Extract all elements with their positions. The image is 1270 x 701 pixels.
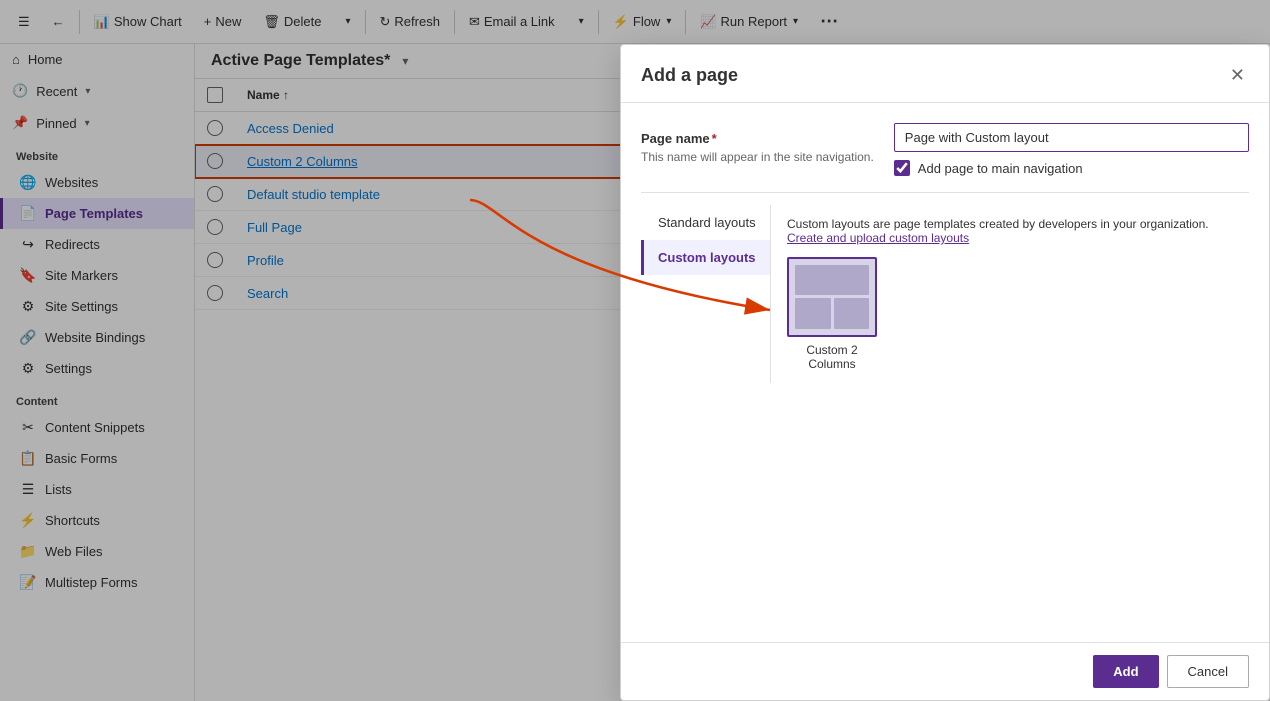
layout-thumb-preview xyxy=(787,257,877,337)
dialog-close-button[interactable]: ✕ xyxy=(1226,61,1249,90)
layouts-desc: Custom layouts are page templates create… xyxy=(787,217,1233,245)
dialog-footer: Add Cancel xyxy=(621,642,1269,700)
cancel-button[interactable]: Cancel xyxy=(1167,655,1249,688)
close-icon: ✕ xyxy=(1230,65,1245,85)
layout-thumb-label: Custom 2Columns xyxy=(806,343,857,371)
add-button[interactable]: Add xyxy=(1093,655,1158,688)
thumb-top-bar xyxy=(795,265,869,295)
dialog-header: Add a page ✕ xyxy=(621,45,1269,103)
create-upload-link[interactable]: Create and upload custom layouts xyxy=(787,231,969,245)
thumb-col-right xyxy=(834,298,870,329)
add-page-dialog: Add a page ✕ Page name* This name will a… xyxy=(620,44,1270,701)
page-name-label: Page name* xyxy=(641,123,874,146)
standard-layouts-tab[interactable]: Standard layouts xyxy=(641,205,770,240)
nav-checkbox-row: Add page to main navigation xyxy=(894,160,1249,176)
layouts-content: Custom layouts are page templates create… xyxy=(771,205,1249,383)
layout-thumbnails: Custom 2Columns xyxy=(787,257,1233,371)
page-name-desc: This name will appear in the site naviga… xyxy=(641,150,874,164)
nav-checkbox[interactable] xyxy=(894,160,910,176)
page-name-input-wrap: Add page to main navigation xyxy=(894,123,1249,176)
thumb-col-left xyxy=(795,298,831,329)
layout-thumb-custom-2-columns[interactable]: Custom 2Columns xyxy=(787,257,877,371)
nav-checkbox-label[interactable]: Add page to main navigation xyxy=(918,161,1083,176)
thumb-cols xyxy=(795,298,869,329)
page-name-field-row: Page name* This name will appear in the … xyxy=(641,123,1249,176)
layouts-section: Standard layouts Custom layouts Custom l… xyxy=(641,192,1249,383)
custom-layouts-tab[interactable]: Custom layouts xyxy=(641,240,770,275)
dialog-body: Page name* This name will appear in the … xyxy=(621,103,1269,642)
dialog-title: Add a page xyxy=(641,65,738,86)
layouts-tabs: Standard layouts Custom layouts xyxy=(641,205,771,383)
page-name-input[interactable] xyxy=(894,123,1249,152)
required-marker: * xyxy=(712,131,717,146)
